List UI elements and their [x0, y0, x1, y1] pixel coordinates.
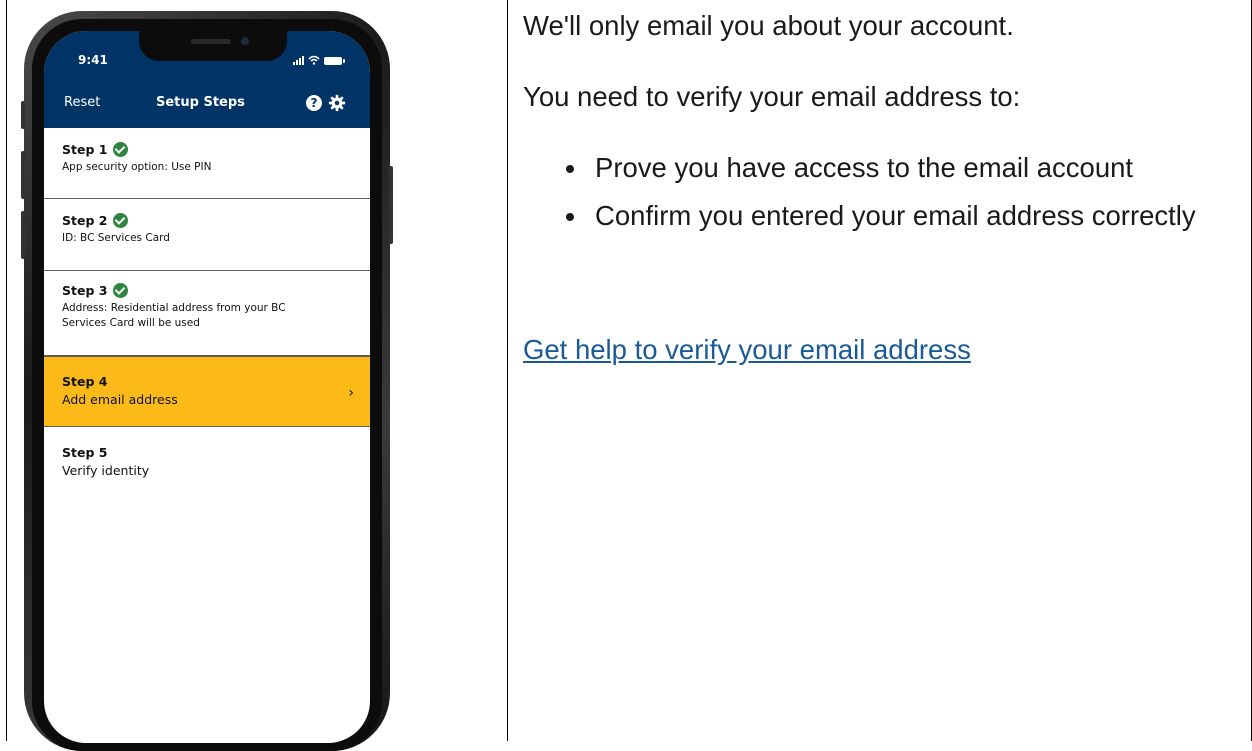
signal-icon	[293, 55, 304, 65]
battery-icon	[324, 57, 345, 65]
volume-down-button	[21, 211, 25, 259]
phone-frame: 9:41 Reset Setup Steps ? Step 1 App secu…	[21, 11, 393, 751]
step-2-title: Step 2	[62, 213, 352, 228]
camera-icon	[241, 37, 249, 45]
verify-email-help-link[interactable]: Get help to verify your email address	[523, 334, 971, 366]
check-icon	[113, 142, 129, 157]
step-2-item[interactable]: Step 2 ID: BC Services Card	[44, 199, 370, 271]
phone-notch	[139, 31, 287, 61]
silent-switch	[21, 101, 25, 129]
step-3-label: Step 3	[62, 283, 108, 298]
step-3-item[interactable]: Step 3 Address: Residential address from…	[44, 271, 370, 356]
page-title: Setup Steps	[156, 95, 245, 110]
power-button	[389, 166, 393, 244]
step-1-label: Step 1	[62, 142, 108, 157]
step-4-subtitle: Add email address	[62, 392, 178, 407]
chevron-right-icon: ›	[348, 385, 354, 401]
check-icon	[113, 283, 129, 298]
wifi-icon	[308, 55, 320, 65]
step-5-subtitle: Verify identity	[62, 463, 150, 478]
verify-reasons-list: Prove you have access to the email accou…	[523, 152, 1238, 232]
step-1-title: Step 1	[62, 142, 352, 157]
list-item: Confirm you entered your email address c…	[523, 200, 1245, 232]
volume-up-button	[21, 151, 25, 199]
check-icon	[113, 213, 129, 228]
status-icons	[293, 55, 345, 65]
nav-bar: Reset Setup Steps ?	[44, 94, 370, 115]
step-3-title: Step 3	[62, 283, 352, 298]
step-1-subtitle: App security option: Use PIN	[62, 161, 212, 173]
reset-button[interactable]: Reset	[64, 95, 100, 110]
step-2-label: Step 2	[62, 213, 108, 228]
status-time: 9:41	[78, 53, 108, 67]
step-3-subtitle: Address: Residential address from your B…	[62, 302, 286, 329]
step-5-item[interactable]: Step 5 Verify identity	[44, 427, 370, 497]
gear-icon[interactable]	[328, 94, 346, 112]
phone-screen: 9:41 Reset Setup Steps ? Step 1 App secu…	[44, 31, 370, 743]
speaker-grille	[191, 39, 231, 44]
step-1-item[interactable]: Step 1 App security option: Use PIN	[44, 128, 370, 199]
step-5-title: Step 5	[62, 445, 108, 460]
verify-intro-text: You need to verify your email address to…	[523, 81, 1021, 112]
list-item: Prove you have access to the email accou…	[523, 152, 1155, 184]
phone-bezel: 9:41 Reset Setup Steps ? Step 1 App secu…	[32, 19, 382, 751]
step-2-subtitle: ID: BC Services Card	[62, 232, 170, 244]
step-4-title: Step 4	[62, 374, 108, 389]
step-4-item[interactable]: Step 4 Add email address ›	[44, 356, 370, 427]
email-purpose-text: We'll only email you about your account.	[523, 10, 1014, 41]
help-icon[interactable]: ?	[306, 95, 322, 111]
